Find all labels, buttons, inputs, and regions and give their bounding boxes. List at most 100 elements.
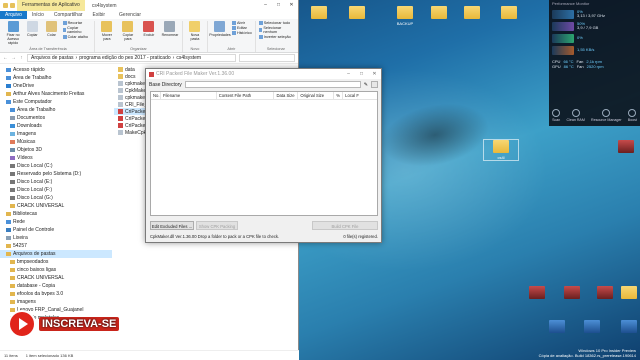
desktop-icon-cs4l[interactable]: cs4l [483, 139, 519, 161]
up-icon[interactable]: ↑ [19, 55, 24, 61]
nav-tree-item[interactable]: CRACK UNIVERSAL [0, 202, 112, 210]
nav-tree-item[interactable]: Painel de Controle [0, 226, 112, 234]
clean-ram-button[interactable]: Clean RAM [566, 109, 585, 122]
desktop-icon[interactable] [575, 320, 609, 335]
edit-button[interactable]: Editar [231, 26, 252, 30]
nav-tree-item[interactable]: Este Computador [0, 98, 112, 106]
nav-tree-item[interactable]: 54257 [0, 242, 112, 250]
nav-tree-item[interactable]: Área de Trabalho [0, 106, 112, 114]
breadcrumb-item[interactable]: cs4lsystem [176, 55, 201, 61]
select-all-button[interactable]: Selecionar tudo [258, 21, 293, 25]
nav-tree-item[interactable]: Bibliotecas [0, 210, 112, 218]
select-none-button[interactable]: Selecionar nenhum [258, 26, 293, 34]
copy-path-button[interactable]: Copiar caminho [62, 26, 91, 34]
column-header[interactable]: % [334, 92, 344, 99]
nav-tree-item[interactable]: CRACK UNIVERSAL [0, 274, 112, 282]
nav-tree-item[interactable]: Músicas [0, 138, 112, 146]
maximize-button[interactable]: □ [355, 69, 368, 79]
nav-tree-item[interactable]: Acesso rápido [0, 66, 112, 74]
nav-tree-item[interactable]: Disco Local (G:) [0, 194, 112, 202]
breadcrumb-item[interactable]: Arquivos de pastas [31, 55, 74, 61]
minimize-button[interactable]: – [259, 0, 272, 11]
desktop-icon[interactable] [492, 6, 526, 21]
nav-tree-item[interactable]: OneDrive [0, 82, 112, 90]
desktop-icon[interactable]: BACKUP [388, 6, 422, 26]
rename-button[interactable]: Renomear [161, 21, 179, 37]
tab-inicio[interactable]: Início [27, 11, 49, 19]
history-button[interactable]: Histórico [231, 31, 252, 35]
tab-gerenciar[interactable]: Gerenciar [114, 11, 146, 19]
copy-to-button[interactable]: Copiar para [119, 21, 137, 41]
search-input[interactable] [239, 54, 295, 62]
nav-tree-item[interactable]: Documentos [0, 114, 112, 122]
nav-tree-item[interactable]: imagens [0, 298, 112, 306]
desktop-icon[interactable] [455, 6, 489, 21]
nav-tree-item[interactable]: Reservado pelo Sistema (D:) [0, 170, 112, 178]
edit-excluded-button[interactable]: Edit Excluded Files ... [150, 221, 194, 230]
back-icon[interactable]: ← [3, 55, 8, 61]
delete-button[interactable]: Excluir [140, 21, 158, 37]
cut-button[interactable]: Recortar [62, 21, 91, 25]
desktop-icon[interactable] [555, 286, 589, 301]
edit-icon[interactable]: ✎ [364, 82, 368, 88]
nav-tree-item[interactable]: Disco Local (C:) [0, 162, 112, 170]
minimize-button[interactable]: – [342, 69, 355, 79]
nav-tree-item[interactable]: cinco baixos ligas [0, 266, 112, 274]
show-cpk-packing-button[interactable]: Show CPK Packing [196, 221, 238, 230]
desktop-icon[interactable] [612, 286, 640, 301]
nav-tree-item[interactable]: bmpseodados [0, 258, 112, 266]
boost-button[interactable]: Boost [628, 109, 637, 122]
build-cpk-button[interactable]: Build CPK File [312, 221, 378, 230]
scan-button[interactable]: Scan [552, 109, 560, 122]
column-header[interactable]: Original Size [298, 92, 335, 99]
file-list-view[interactable]: No. Filename Content File Path Data Size… [150, 91, 378, 216]
breadcrumb-item[interactable]: programa edição do pes 2017 - praticado [79, 55, 170, 61]
new-folder-button[interactable]: Nova pasta [186, 21, 204, 41]
nav-tree-item[interactable]: Imagens [0, 130, 112, 138]
tab-exibir[interactable]: Exibir [88, 11, 111, 19]
nav-tree-item[interactable]: Rede [0, 218, 112, 226]
desktop-icon[interactable] [520, 286, 554, 301]
column-header[interactable]: No. [151, 92, 161, 99]
desktop-icon[interactable] [340, 6, 374, 21]
forward-icon[interactable]: → [11, 55, 16, 61]
address-input[interactable]: Arquivos de pastas › programa edição do … [27, 54, 236, 62]
tab-arquivo[interactable]: Arquivo [0, 11, 27, 19]
nav-tree-item[interactable]: Arthur Alves Nascimento Freitas [0, 90, 112, 98]
nav-tree-item[interactable]: efoolos da bvpes 3.0 [0, 290, 112, 298]
column-header[interactable]: Filename [161, 92, 217, 99]
pin-button[interactable]: Fixar no Acesso rápido [5, 21, 21, 45]
paste-shortcut-button[interactable]: Colar atalho [62, 35, 91, 39]
close-button[interactable]: ✕ [285, 0, 298, 11]
column-header[interactable]: Content File Path [217, 92, 275, 99]
nav-tree-item[interactable]: Vídeos [0, 154, 112, 162]
maximize-button[interactable]: □ [272, 0, 285, 11]
column-header[interactable]: Local F [343, 92, 377, 99]
column-header[interactable]: Data Size [274, 92, 299, 99]
desktop-icon[interactable] [612, 320, 640, 335]
open-button[interactable]: Abrir [231, 21, 252, 25]
nav-tree-item[interactable]: Downloads [0, 122, 112, 130]
nav-tree-item[interactable]: Arquivos de pastas [0, 250, 112, 258]
nav-tree-item[interactable]: Disco Local (F:) [0, 186, 112, 194]
nav-tree-item[interactable]: Área de Trabalho [0, 74, 112, 82]
close-button[interactable]: ✕ [368, 69, 381, 79]
desktop-icon[interactable] [540, 320, 574, 335]
nav-tree-item[interactable]: Disco Local (E:) [0, 178, 112, 186]
resource-manager-button[interactable]: Resource Manager [591, 109, 622, 122]
desktop-icon[interactable] [609, 140, 640, 155]
move-to-button[interactable]: Mover para [98, 21, 116, 41]
browse-folder-button[interactable] [371, 81, 378, 88]
desktop-icon[interactable] [302, 6, 336, 21]
properties-button[interactable]: Propriedades [209, 21, 231, 37]
paste-button[interactable]: Colar [43, 21, 59, 37]
nav-tree-item[interactable]: database - Copia [0, 282, 112, 290]
base-directory-input[interactable] [184, 81, 361, 88]
tab-compartilhar[interactable]: Compartilhar [49, 11, 88, 19]
desktop-icon[interactable] [422, 6, 456, 21]
nav-tree-item[interactable]: Lixeira [0, 234, 112, 242]
invert-selection-button[interactable]: Inverter seleção [258, 35, 293, 39]
copy-button[interactable]: Copiar [24, 21, 40, 37]
quick-access-icon[interactable] [10, 3, 15, 8]
nav-tree-item[interactable]: Objetos 3D [0, 146, 112, 154]
